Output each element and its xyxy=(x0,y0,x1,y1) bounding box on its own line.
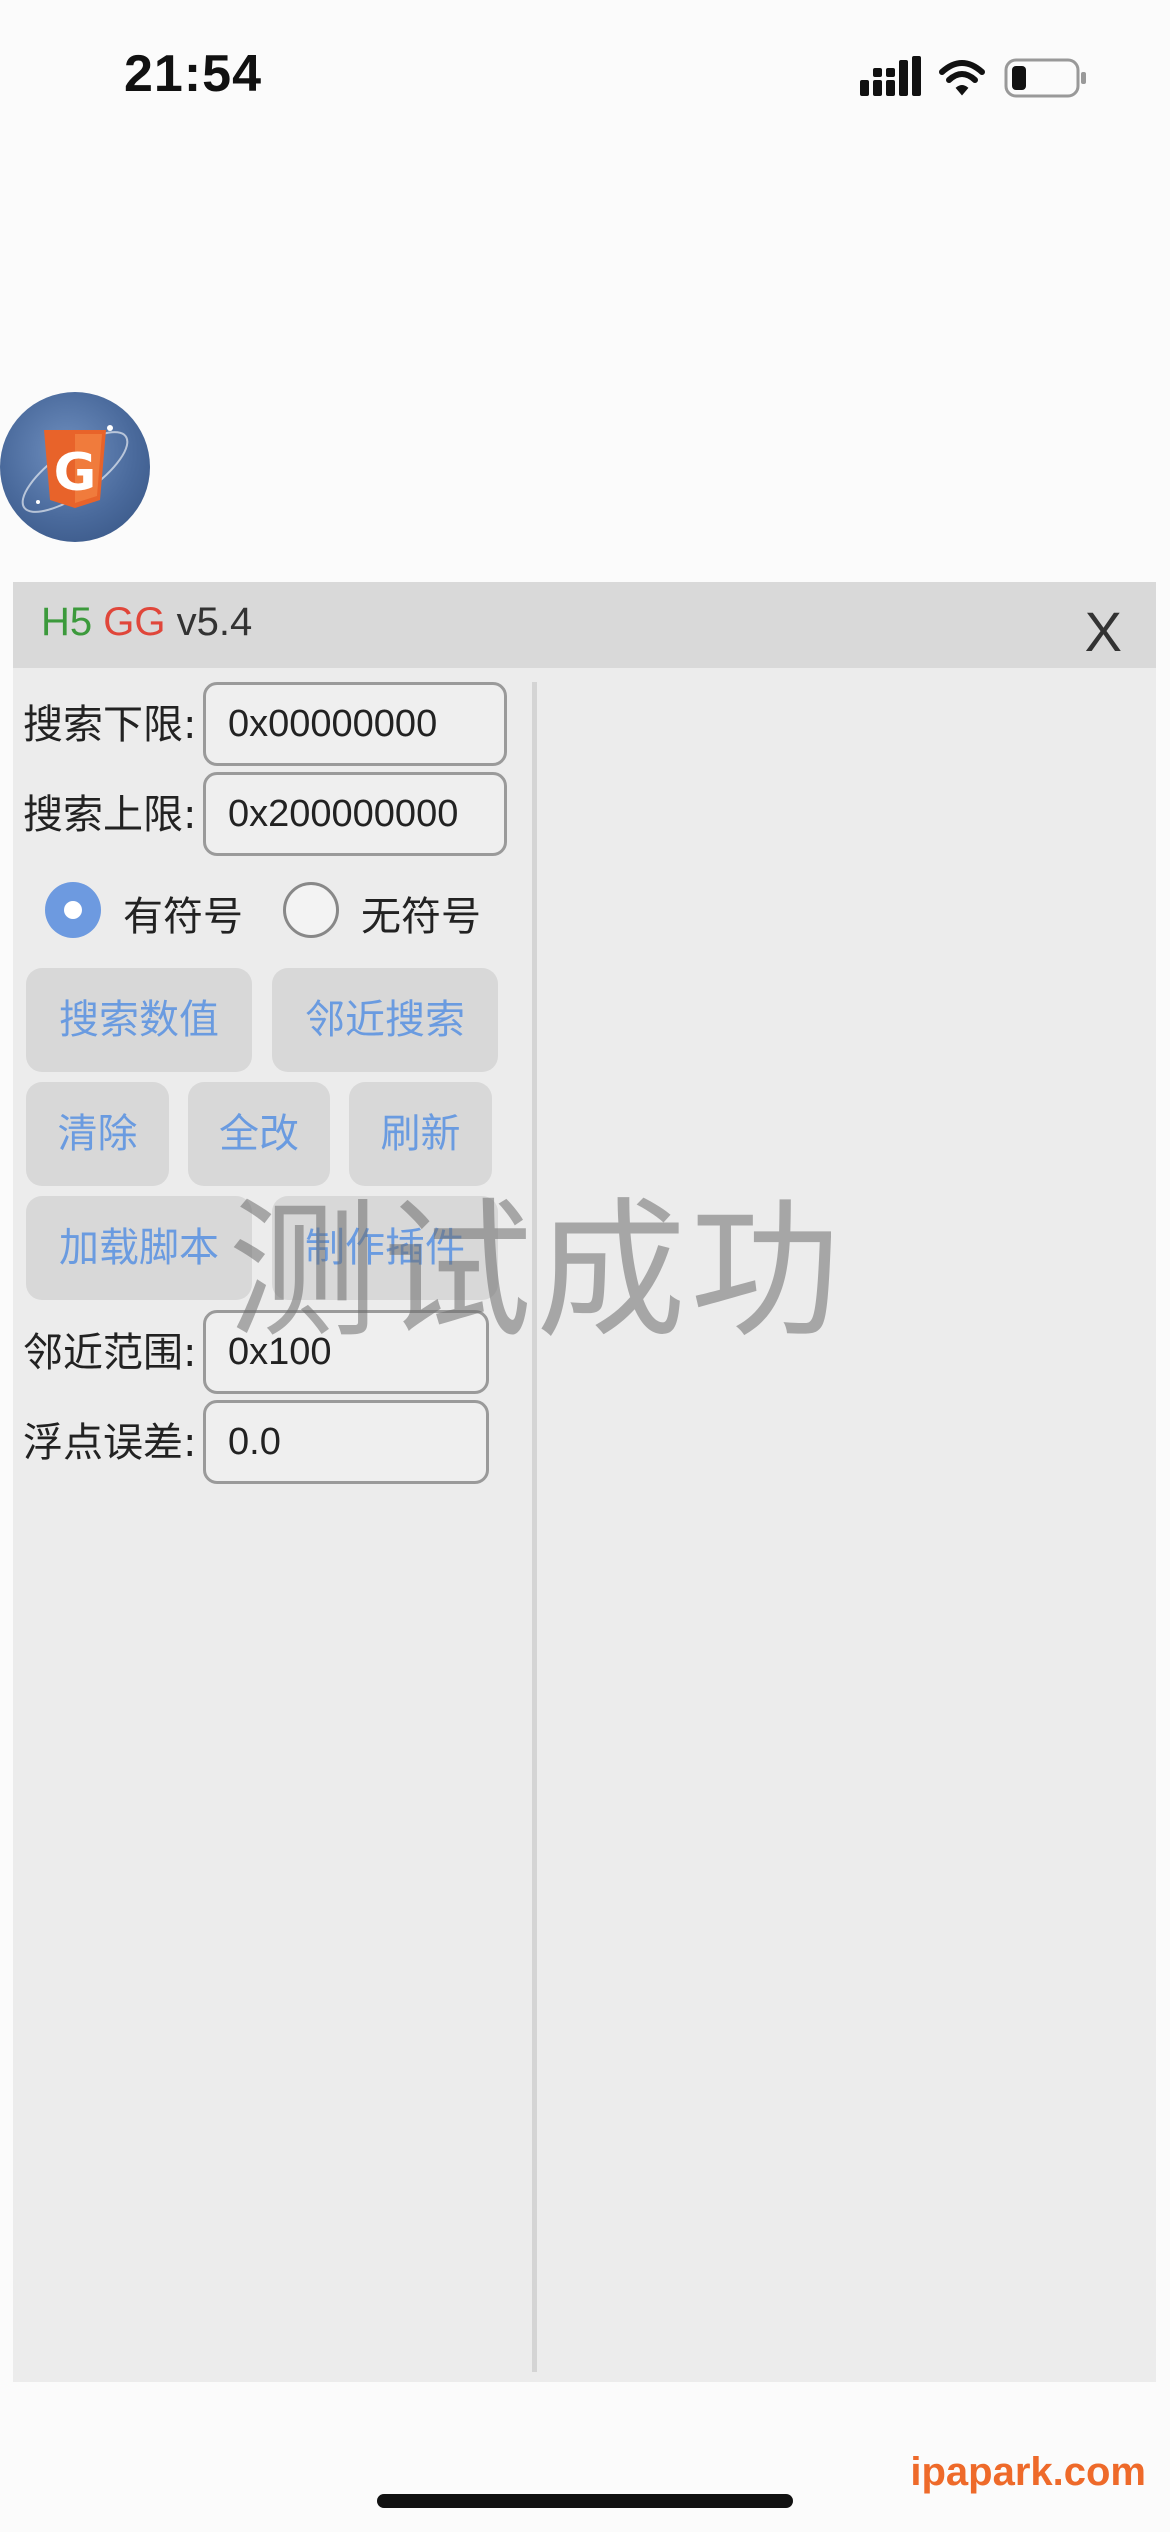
signed-radio[interactable] xyxy=(45,882,101,938)
panel-title: H5 GG v5.4 xyxy=(41,600,252,645)
unsigned-radio-label: 无符号 xyxy=(361,894,481,940)
battery-icon xyxy=(1004,58,1086,98)
nearby-range-input[interactable]: 0x100 xyxy=(203,1310,489,1394)
signed-radio-label: 有符号 xyxy=(123,894,243,940)
clear-button[interactable]: 清除 xyxy=(26,1082,169,1186)
h5gg-logo-icon: G xyxy=(21,425,129,513)
panel-header: H5 GG v5.4 X xyxy=(13,582,1156,668)
load-script-button[interactable]: 加载脚本 xyxy=(26,1196,252,1300)
watermark-text: ipapark.com xyxy=(910,2450,1146,2494)
search-upper-label: 搜索上限: xyxy=(23,792,197,838)
nearby-range-label: 邻近范围: xyxy=(23,1330,197,1376)
refresh-button[interactable]: 刷新 xyxy=(349,1082,492,1186)
title-gg: GG xyxy=(103,600,166,644)
title-h5: H5 xyxy=(41,600,93,644)
status-time: 21:54 xyxy=(124,45,262,103)
search-value-button[interactable]: 搜索数值 xyxy=(26,968,252,1072)
float-tolerance-label: 浮点误差: xyxy=(23,1420,197,1466)
h5gg-floating-button[interactable]: G xyxy=(0,392,150,542)
nearby-search-button[interactable]: 邻近搜索 xyxy=(272,968,498,1072)
home-indicator[interactable] xyxy=(377,2494,793,2508)
title-version: v5.4 xyxy=(176,600,253,644)
search-upper-input[interactable]: 0x200000000 xyxy=(203,772,507,856)
float-tolerance-input[interactable]: 0.0 xyxy=(203,1400,489,1484)
close-button[interactable]: X xyxy=(1085,604,1122,660)
make-plugin-button[interactable]: 制作插件 xyxy=(272,1196,498,1300)
search-lower-label: 搜索下限: xyxy=(23,702,197,748)
unsigned-radio[interactable] xyxy=(283,882,339,938)
panel-divider[interactable] xyxy=(532,682,537,2372)
logo-letter: G xyxy=(54,443,97,503)
status-icons xyxy=(860,56,1086,98)
screen: 21:54 G H5 GG v5.4 X 搜索下限: 0x00000000 搜索… xyxy=(0,0,1170,2532)
h5gg-panel: H5 GG v5.4 X 搜索下限: 0x00000000 搜索上限: 0x20… xyxy=(13,582,1156,2382)
cellular-signal-icon xyxy=(860,56,921,96)
wifi-icon xyxy=(939,60,985,96)
modify-all-button[interactable]: 全改 xyxy=(188,1082,330,1186)
search-lower-input[interactable]: 0x00000000 xyxy=(203,682,507,766)
